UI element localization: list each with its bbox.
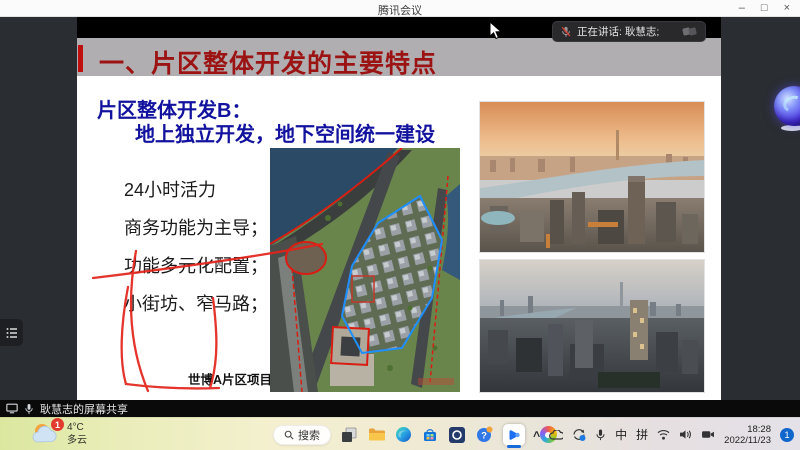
ring-app-icon — [449, 427, 465, 443]
search-input[interactable]: 搜索 — [273, 425, 331, 445]
slide-heading-line2: 地上独立开发，地下空间统一建设 — [135, 118, 435, 147]
assistant-orb-base — [781, 125, 800, 131]
tencent-meeting-icon — [507, 428, 521, 442]
start-button[interactable] — [248, 427, 264, 443]
edge-browser-button[interactable] — [394, 426, 412, 444]
window-title: 腾讯会议 — [0, 2, 800, 18]
onedrive-cloud-icon[interactable] — [549, 430, 563, 440]
search-label: 搜索 — [298, 427, 320, 443]
city-photo-dusk — [479, 259, 705, 393]
tray-mic-icon[interactable] — [595, 428, 606, 442]
layout-switch-icon[interactable] — [682, 26, 698, 37]
project-label: 世博A片区项目 — [188, 369, 272, 388]
bullet-item: 小街坊、窄马路； — [124, 290, 268, 328]
list-icon — [6, 327, 18, 339]
clock-date: 2022/11/23 — [724, 435, 771, 446]
screen-share-statusbar: 耿慧志的屏幕共享 — [0, 400, 800, 417]
tencent-meeting-button[interactable] — [502, 422, 526, 448]
folder-icon — [368, 427, 385, 442]
weather-condition: 多云 — [67, 434, 87, 447]
minimize-button[interactable]: – — [739, 1, 745, 16]
presentation-slide: 一、片区整体开发的主要特点 片区整体开发B： 地上独立开发，地下空间统一建设 2… — [77, 38, 721, 400]
sync-status-icon[interactable] — [572, 428, 586, 441]
volume-icon[interactable] — [679, 429, 692, 440]
task-view-icon — [341, 427, 357, 443]
active-app-indicator — [507, 445, 521, 448]
weather-badge: 1 — [51, 418, 64, 431]
monitor-icon — [6, 403, 18, 414]
notification-badge[interactable]: 1 — [780, 428, 794, 442]
task-view-button[interactable] — [340, 426, 358, 444]
ms-store-button[interactable] — [421, 426, 439, 444]
weather-temperature: 4°C — [67, 421, 87, 434]
clock-time: 18:28 — [747, 424, 771, 435]
speaking-label: 正在讲话: 耿慧志; — [577, 24, 659, 39]
title-accent-bar — [78, 45, 83, 72]
shared-screen-region: 一、片区整体开发的主要特点 片区整体开发B： 地上独立开发，地下空间统一建设 2… — [77, 17, 721, 400]
desktop: 腾讯会议 – □ × 一、片区整体开发的主要特点 片区整体开发B： 地上独立开发… — [0, 0, 800, 450]
annotation-toolbar-button[interactable] — [0, 319, 23, 346]
assistant-orb-button[interactable] — [774, 86, 800, 126]
bullet-item: 功能多元化配置； — [124, 252, 268, 290]
share-owner-label: 耿慧志的屏幕共享 — [40, 401, 128, 417]
restore-button[interactable]: □ — [761, 1, 768, 16]
edge-icon — [395, 426, 412, 443]
store-icon — [422, 427, 438, 443]
taskbar: 1 4°C 多云 搜索 — [0, 417, 800, 450]
weather-widget[interactable]: 1 4°C 多云 — [30, 420, 87, 447]
help-app-button[interactable]: ? — [475, 426, 493, 444]
help-icon: ? — [476, 426, 493, 443]
camera-icon[interactable] — [701, 429, 715, 440]
ime-mode-button[interactable]: 拼 — [636, 426, 648, 443]
mic-icon — [24, 403, 34, 415]
wifi-icon[interactable] — [657, 429, 670, 440]
speaking-toast: 正在讲话: 耿慧志; — [552, 21, 706, 42]
window-titlebar: 腾讯会议 – □ × — [0, 0, 800, 17]
ime-language-button[interactable]: 中 — [615, 426, 627, 443]
site-plan-map — [270, 148, 460, 392]
search-icon — [284, 430, 294, 440]
pinned-app-button[interactable] — [448, 426, 466, 444]
slide-section-title: 一、片区整体开发的主要特点 — [99, 44, 437, 80]
tray-overflow-chevron[interactable]: ∧ — [531, 429, 541, 440]
file-explorer-button[interactable] — [367, 426, 385, 444]
city-photo-sunset — [479, 101, 705, 253]
meeting-content-area: 一、片区整体开发的主要特点 片区整体开发B： 地上独立开发，地下空间统一建设 2… — [0, 17, 800, 400]
mouse-cursor — [489, 21, 502, 40]
svg-text:?: ? — [481, 431, 487, 442]
clock[interactable]: 18:28 2022/11/23 — [724, 424, 771, 446]
mic-muted-icon — [560, 26, 572, 38]
close-button[interactable]: × — [784, 1, 790, 16]
slide-bullet-list: 24小时活力 商务功能为主导； 功能多元化配置； 小街坊、窄马路； — [124, 176, 268, 328]
slide-title-banner: 一、片区整体开发的主要特点 — [77, 38, 721, 76]
bullet-item: 商务功能为主导； — [124, 214, 268, 252]
bullet-item: 24小时活力 — [124, 176, 268, 214]
